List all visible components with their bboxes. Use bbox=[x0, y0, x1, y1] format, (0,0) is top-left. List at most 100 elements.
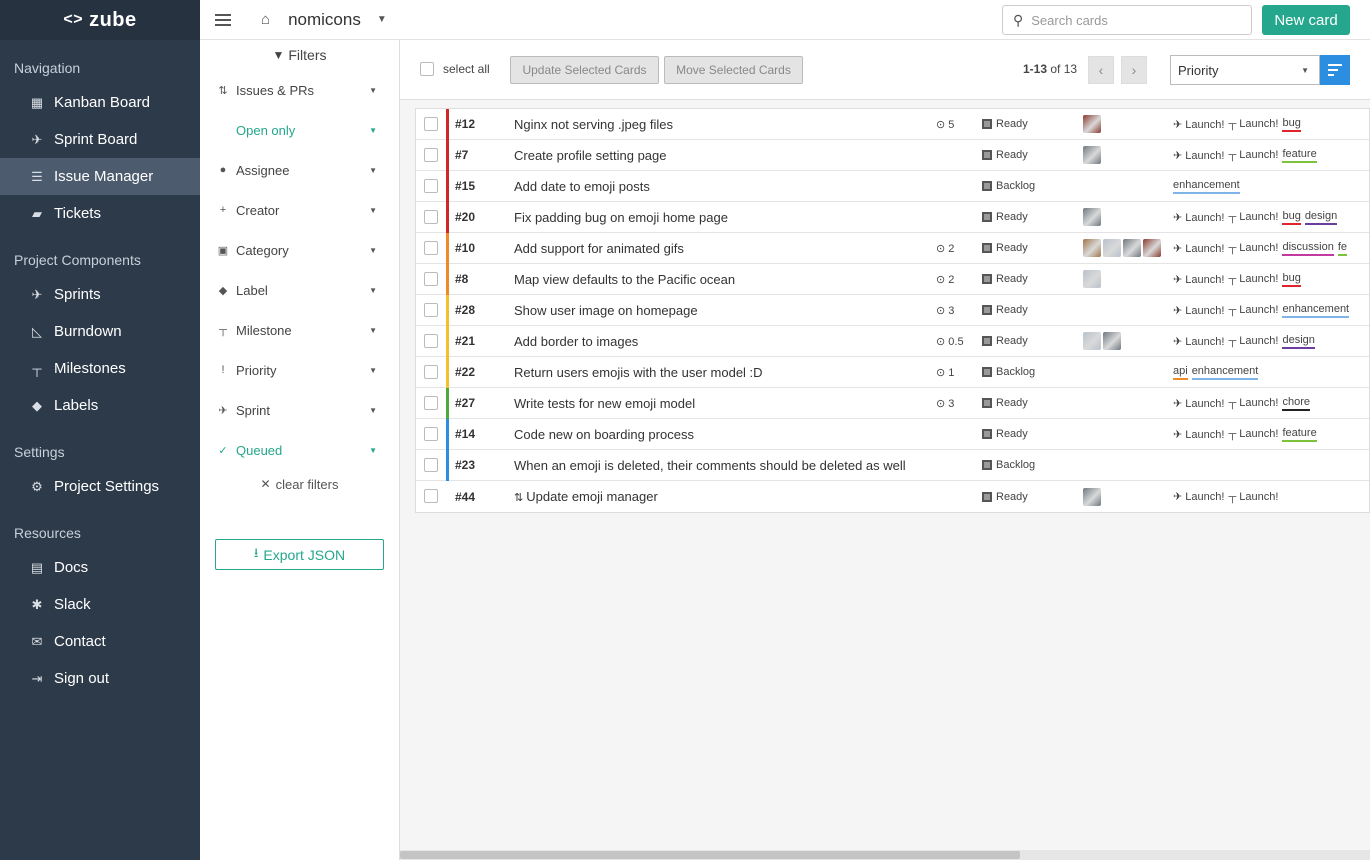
filter-assignee[interactable]: ● Assignee ▼ bbox=[200, 150, 399, 190]
card-row[interactable]: #14 Code new on boarding process Ready ✈ La… bbox=[416, 419, 1369, 450]
card-row[interactable]: #23 When an emoji is deleted, their comme… bbox=[416, 450, 1369, 481]
card-select-checkbox[interactable] bbox=[424, 489, 438, 503]
card-row[interactable]: #7 Create profile setting page Ready ✈ Laun… bbox=[416, 140, 1369, 171]
card-title-cell[interactable]: Map view defaults to the Pacific ocean bbox=[514, 272, 735, 287]
filter-milestone[interactable]: ┬ Milestone ▼ bbox=[200, 310, 399, 350]
milestone-tag[interactable]: ┬ Launch! bbox=[1228, 397, 1278, 409]
sprint-tag[interactable]: ✈ Launch! bbox=[1173, 490, 1224, 503]
card-title-cell[interactable]: Add border to images bbox=[514, 334, 638, 349]
new-card-button[interactable]: New card bbox=[1262, 5, 1350, 35]
card-title-cell[interactable]: Write tests for new emoji model bbox=[514, 396, 695, 411]
card-title-cell[interactable]: Nginx not serving .jpeg files bbox=[514, 117, 673, 132]
avatar[interactable] bbox=[1083, 270, 1101, 288]
label-tag[interactable]: api bbox=[1173, 365, 1188, 380]
horizontal-scrollbar[interactable] bbox=[400, 850, 1370, 860]
sidebar-item-issue-manager[interactable]: ☰ Issue Manager bbox=[0, 158, 200, 195]
filter-label[interactable]: ◆ Label ▼ bbox=[200, 270, 399, 310]
card-title-cell[interactable]: When an emoji is deleted, their comments… bbox=[514, 458, 906, 473]
label-tag[interactable]: fe bbox=[1337, 241, 1347, 256]
card-select-checkbox[interactable] bbox=[424, 210, 438, 224]
avatar[interactable] bbox=[1103, 239, 1121, 257]
filter-category[interactable]: ▣ Category ▼ bbox=[200, 230, 399, 270]
card-title-cell[interactable]: Show user image on homepage bbox=[514, 303, 698, 318]
previous-page-chevron-icon[interactable]: ‹ bbox=[1088, 56, 1114, 84]
card-select-checkbox[interactable] bbox=[424, 179, 438, 193]
filter-priority[interactable]: ! Priority ▼ bbox=[200, 350, 399, 390]
home-icon[interactable]: ⌂ bbox=[261, 11, 270, 28]
card-number[interactable]: #10 bbox=[455, 241, 475, 255]
card-number[interactable]: #20 bbox=[455, 210, 475, 224]
card-number[interactable]: #14 bbox=[455, 427, 475, 441]
card-number[interactable]: #21 bbox=[455, 334, 475, 348]
card-row[interactable]: #27 Write tests for new emoji model ⊙ 3 Rea… bbox=[416, 388, 1369, 419]
avatar[interactable] bbox=[1083, 208, 1101, 226]
filter-open-only[interactable]: Open only ▼ bbox=[200, 110, 399, 150]
label-tag[interactable]: enhancement bbox=[1191, 365, 1259, 380]
filter-queued[interactable]: ✓ Queued ▼ bbox=[200, 430, 399, 470]
milestone-tag[interactable]: ┬ Launch! bbox=[1228, 242, 1278, 254]
export-json-button[interactable]: ⭳ Export JSON bbox=[215, 539, 384, 570]
milestone-tag[interactable]: ┬ Launch! bbox=[1228, 335, 1278, 347]
sort-select[interactable]: Priority ▼ bbox=[1170, 55, 1320, 85]
filter-creator[interactable]: + Creator ▼ bbox=[200, 190, 399, 230]
card-select-checkbox[interactable] bbox=[424, 396, 438, 410]
sidebar-item-docs[interactable]: ▤ Docs bbox=[0, 549, 200, 586]
label-tag[interactable]: bug bbox=[1282, 117, 1301, 132]
card-row[interactable]: #44 ⇅ Update emoji manager Ready ✈ Launch! ┬… bbox=[416, 481, 1369, 512]
sidebar-item-milestones[interactable]: ┬ Milestones bbox=[0, 350, 200, 387]
sprint-tag[interactable]: ✈ Launch! bbox=[1173, 304, 1224, 317]
label-tag[interactable]: feature bbox=[1282, 148, 1317, 163]
sidebar-item-sign-out[interactable]: ⇥ Sign out bbox=[0, 660, 200, 697]
card-title-cell[interactable]: Fix padding bug on emoji home page bbox=[514, 210, 728, 225]
sprint-tag[interactable]: ✈ Launch! bbox=[1173, 273, 1224, 286]
clear-filters-link[interactable]: ✕ clear filters bbox=[200, 472, 399, 496]
sprint-tag[interactable]: ✈ Launch! bbox=[1173, 397, 1224, 410]
avatar[interactable] bbox=[1083, 239, 1101, 257]
sprint-tag[interactable]: ✈ Launch! bbox=[1173, 428, 1224, 441]
card-select-checkbox[interactable] bbox=[424, 148, 438, 162]
hamburger-menu-icon[interactable] bbox=[215, 13, 231, 26]
milestone-tag[interactable]: ┬ Launch! bbox=[1228, 273, 1278, 285]
search-input[interactable] bbox=[1031, 12, 1232, 28]
search-box[interactable]: ⚲ bbox=[1002, 5, 1252, 35]
card-number[interactable]: #8 bbox=[455, 272, 468, 286]
sidebar-item-slack[interactable]: ✱ Slack bbox=[0, 586, 200, 623]
project-name[interactable]: nomicons bbox=[288, 10, 361, 30]
card-title-cell[interactable]: Add support for animated gifs bbox=[514, 241, 684, 256]
move-selected-cards-button[interactable]: Move Selected Cards bbox=[664, 56, 803, 84]
zube-logo[interactable]: <> zube bbox=[0, 0, 200, 40]
milestone-tag[interactable]: ┬ Launch! bbox=[1228, 428, 1278, 440]
card-select-checkbox[interactable] bbox=[424, 427, 438, 441]
update-selected-cards-button[interactable]: Update Selected Cards bbox=[510, 56, 659, 84]
sidebar-item-sprint-board[interactable]: ✈ Sprint Board bbox=[0, 121, 200, 158]
card-select-checkbox[interactable] bbox=[424, 458, 438, 472]
avatar[interactable] bbox=[1083, 146, 1101, 164]
card-title-cell[interactable]: Return users emojis with the user model … bbox=[514, 365, 763, 380]
card-row[interactable]: #28 Show user image on homepage ⊙ 3 Ready ✈ … bbox=[416, 295, 1369, 326]
card-number[interactable]: #44 bbox=[455, 490, 475, 504]
sidebar-item-contact[interactable]: ✉ Contact bbox=[0, 623, 200, 660]
sidebar-item-tickets[interactable]: ▰ Tickets bbox=[0, 195, 200, 232]
sidebar-item-burndown[interactable]: ◺ Burndown bbox=[0, 313, 200, 350]
filter-issues-prs[interactable]: ⇅ Issues & PRs ▼ bbox=[200, 70, 399, 110]
card-row[interactable]: #10 Add support for animated gifs ⊙ 2 Ready… bbox=[416, 233, 1369, 264]
card-title-cell[interactable]: Create profile setting page bbox=[514, 148, 666, 163]
card-number[interactable]: #15 bbox=[455, 179, 475, 193]
sidebar-item-labels[interactable]: ◆ Labels bbox=[0, 387, 200, 424]
label-tag[interactable]: chore bbox=[1282, 396, 1310, 411]
card-select-checkbox[interactable] bbox=[424, 303, 438, 317]
sidebar-item-sprints[interactable]: ✈ Sprints bbox=[0, 276, 200, 313]
card-select-checkbox[interactable] bbox=[424, 272, 438, 286]
card-row[interactable]: #20 Fix padding bug on emoji home page Rea… bbox=[416, 202, 1369, 233]
sprint-tag[interactable]: ✈ Launch! bbox=[1173, 118, 1224, 131]
avatar[interactable] bbox=[1083, 115, 1101, 133]
card-row[interactable]: #8 Map view defaults to the Pacific ocean… bbox=[416, 264, 1369, 295]
label-tag[interactable]: feature bbox=[1282, 427, 1317, 442]
sprint-tag[interactable]: ✈ Launch! bbox=[1173, 211, 1224, 224]
card-row[interactable]: #12 Nginx not serving .jpeg files ⊙ 5 Ready… bbox=[416, 109, 1369, 140]
project-dropdown-chevron-icon[interactable]: ▼ bbox=[377, 14, 387, 25]
card-select-checkbox[interactable] bbox=[424, 334, 438, 348]
card-row[interactable]: #15 Add date to emoji posts Backlog enhance… bbox=[416, 171, 1369, 202]
card-number[interactable]: #27 bbox=[455, 396, 475, 410]
label-tag[interactable]: design bbox=[1304, 210, 1338, 225]
